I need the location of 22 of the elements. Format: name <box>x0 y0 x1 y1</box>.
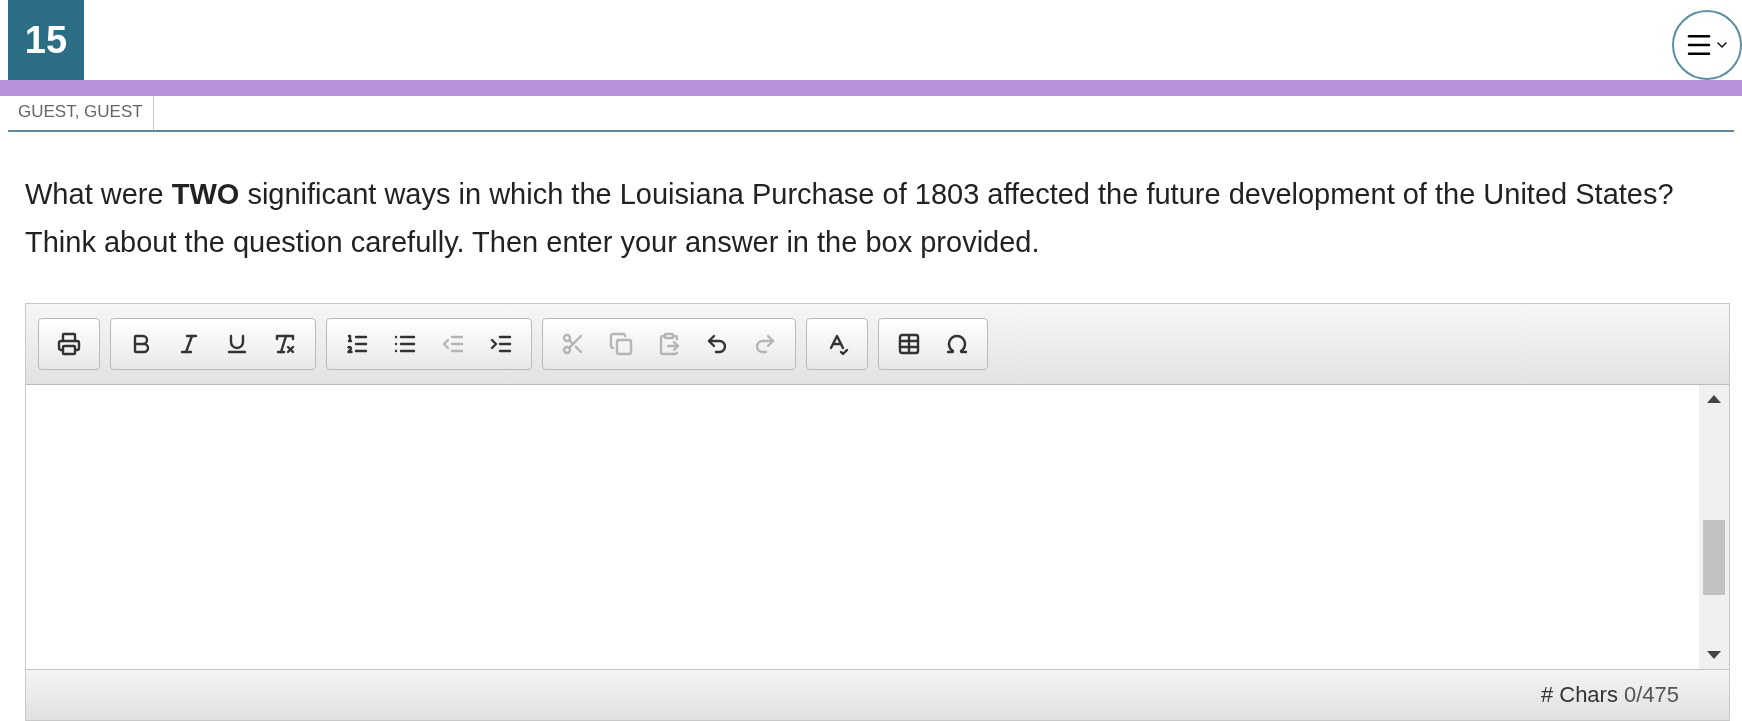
copy-icon <box>609 332 633 356</box>
instruction-text: Think about the question carefully. Then enter your answer in the box provided. <box>24 225 1041 259</box>
scrollbar[interactable] <box>1699 385 1729 669</box>
clear-format-icon <box>273 332 297 356</box>
table-icon <box>897 332 921 356</box>
char-count: 0/475 <box>1623 682 1679 708</box>
question-number: 15 <box>8 0 84 80</box>
question-text: What were TWO significant ways in which the Louisiana Purchase of 1803 affected the future development of the United States? <box>24 177 1675 212</box>
numbered-list-icon <box>345 332 369 356</box>
undo-icon <box>705 332 729 356</box>
print-icon <box>57 332 81 356</box>
char-count-label: # Chars <box>1540 682 1618 708</box>
user-name: GUEST, GUEST <box>8 96 154 130</box>
scroll-up-icon[interactable] <box>1707 393 1721 403</box>
scroll-down-icon[interactable] <box>1707 651 1721 661</box>
scrollbar-thumb[interactable] <box>1703 519 1725 595</box>
special-character-icon <box>945 332 969 356</box>
redo-icon <box>753 332 777 356</box>
answer-editor[interactable]: # Chars 0/475 <box>25 303 1730 721</box>
paste-icon <box>657 332 681 356</box>
cut-icon <box>561 332 585 356</box>
underline-icon <box>225 332 249 356</box>
